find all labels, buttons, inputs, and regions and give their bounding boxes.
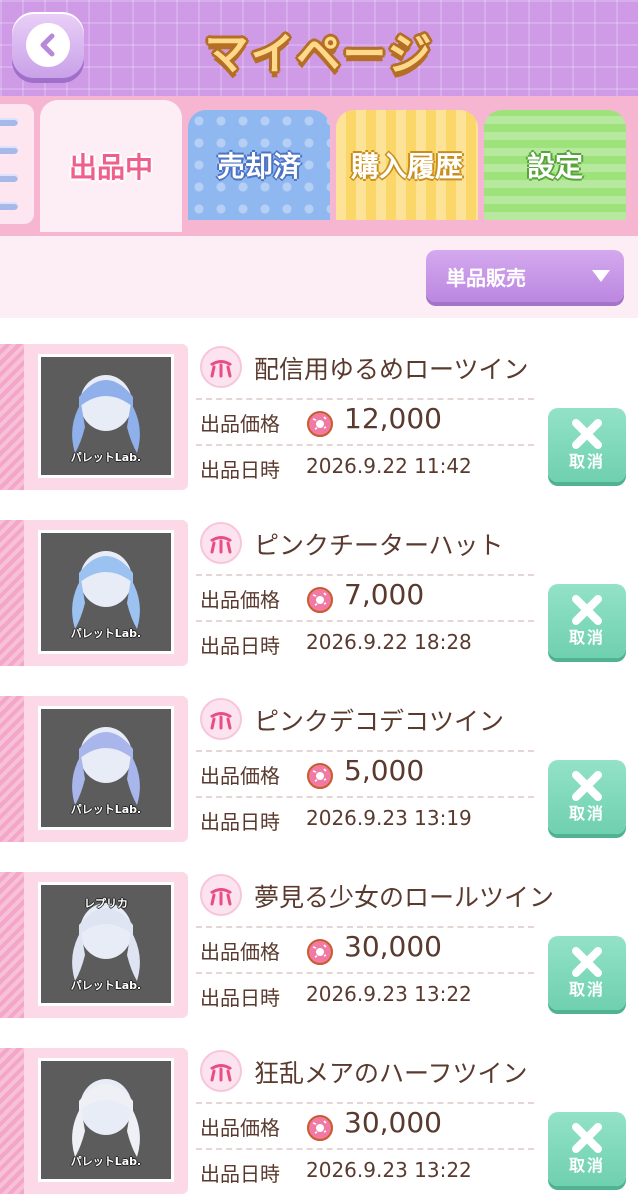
divider (196, 620, 534, 622)
item-thumbnail: パレットLab. (38, 530, 174, 654)
price-label: 出品価格 (200, 1116, 280, 1140)
item-price: 30,000 (344, 930, 442, 963)
donut-icon (306, 410, 334, 442)
item-stripe (0, 344, 26, 490)
item-thumbnail-frame[interactable]: パレットLab. (24, 344, 188, 490)
cancel-label: 取消 (568, 452, 605, 471)
thumbnail-replica-label: レプリカ (84, 897, 128, 910)
item-date: 2026.9.23 13:22 (306, 1158, 472, 1182)
category-icon (200, 874, 242, 916)
item-thumbnail: レプリカ パレットLab. (38, 882, 174, 1006)
item-date: 2026.9.23 13:19 (306, 806, 472, 830)
listing-item: パレットLab. ピンクデコデコツイン 出品価格 5,000 出品日時 2026… (0, 670, 638, 846)
category-icon (200, 346, 242, 388)
item-name: 夢見る少女のロールツイン (254, 883, 555, 912)
item-price: 30,000 (344, 1106, 442, 1139)
cancel-button[interactable]: 取消 (548, 408, 626, 482)
divider (196, 796, 534, 798)
header: マイページ (0, 0, 638, 104)
item-thumbnail-frame[interactable]: パレットLab. (24, 696, 188, 842)
item-stripe (0, 696, 26, 842)
date-label: 出品日時 (200, 810, 280, 834)
thumbnail-brand-label: パレットLab. (70, 979, 142, 992)
sale-type-dropdown[interactable]: 単品販売 (426, 250, 624, 302)
item-date: 2026.9.22 18:28 (306, 630, 472, 654)
date-label: 出品日時 (200, 986, 280, 1010)
tab-listing[interactable]: 出品中 (40, 100, 182, 232)
category-icon (200, 698, 242, 740)
thumbnail-brand-label: パレットLab. (70, 1155, 142, 1168)
listing-item: パレットLab. 狂乱メアのハーフツイン 出品価格 30,000 出品日時 20… (0, 1022, 638, 1198)
item-thumbnail-frame[interactable]: パレットLab. (24, 520, 188, 666)
price-label: 出品価格 (200, 940, 280, 964)
item-stripe (0, 520, 26, 666)
price-label: 出品価格 (200, 412, 280, 436)
divider (196, 750, 534, 752)
price-label: 出品価格 (200, 588, 280, 612)
item-name: 配信用ゆるめローツイン (254, 355, 529, 384)
divider (196, 926, 534, 928)
item-stripe (0, 872, 26, 1018)
item-name: ピンクデコデコツイン (254, 707, 505, 736)
close-icon (572, 771, 602, 801)
tab-sold[interactable]: 売却済 (188, 110, 330, 220)
listing-item: パレットLab. 配信用ゆるめローツイン 出品価格 12,000 出品日時 20… (0, 318, 638, 494)
cancel-label: 取消 (568, 1156, 605, 1175)
item-thumbnail-frame[interactable]: レプリカ パレットLab. (24, 872, 188, 1018)
close-icon (572, 947, 602, 977)
item-price: 12,000 (344, 402, 442, 435)
binder-decoration (0, 104, 34, 224)
tab-settings[interactable]: 設定 (484, 110, 626, 220)
cancel-button[interactable]: 取消 (548, 1112, 626, 1186)
item-name: ピンクチーターハット (254, 531, 504, 560)
item-date: 2026.9.23 13:22 (306, 982, 472, 1006)
item-price: 7,000 (344, 578, 425, 611)
thumbnail-brand-label: パレットLab. (70, 451, 142, 464)
item-thumbnail: パレットLab. (38, 354, 174, 478)
listing-item: レプリカ パレットLab. 夢見る少女のロールツイン 出品価格 30,000 出… (0, 846, 638, 1022)
tab-purchase-history[interactable]: 購入履歴 (336, 110, 478, 220)
cancel-label: 取消 (568, 980, 605, 999)
donut-icon (306, 586, 334, 618)
cancel-button[interactable]: 取消 (548, 760, 626, 834)
filter-bar: 単品販売 (0, 232, 638, 318)
thumbnail-brand-label: パレットLab. (70, 627, 142, 640)
divider (196, 1148, 534, 1150)
divider (196, 444, 534, 446)
divider (196, 1102, 534, 1104)
cancel-button[interactable]: 取消 (548, 936, 626, 1010)
close-icon (572, 419, 602, 449)
date-label: 出品日時 (200, 458, 280, 482)
category-icon (200, 1050, 242, 1092)
close-icon (572, 1123, 602, 1153)
cancel-label: 取消 (568, 804, 605, 823)
price-label: 出品価格 (200, 764, 280, 788)
donut-icon (306, 1114, 334, 1146)
item-thumbnail: パレットLab. (38, 706, 174, 830)
item-thumbnail-frame[interactable]: パレットLab. (24, 1048, 188, 1194)
date-label: 出品日時 (200, 1162, 280, 1186)
divider (196, 398, 534, 400)
page-title: マイページ (204, 29, 434, 80)
item-thumbnail: パレットLab. (38, 1058, 174, 1182)
item-price: 5,000 (344, 754, 425, 787)
listing-list: パレットLab. 配信用ゆるめローツイン 出品価格 12,000 出品日時 20… (0, 318, 638, 1198)
donut-icon (306, 938, 334, 970)
divider (196, 972, 534, 974)
date-label: 出品日時 (200, 634, 280, 658)
cancel-label: 取消 (568, 628, 605, 647)
donut-icon (306, 762, 334, 794)
listing-item: パレットLab. ピンクチーターハット 出品価格 7,000 出品日時 2026… (0, 494, 638, 670)
dropdown-label: 単品販売 (446, 265, 526, 290)
thumbnail-brand-label: パレットLab. (70, 803, 142, 816)
item-date: 2026.9.22 11:42 (306, 454, 472, 478)
chevron-down-icon (592, 270, 610, 282)
cancel-button[interactable]: 取消 (548, 584, 626, 658)
close-icon (572, 595, 602, 625)
category-icon (200, 522, 242, 564)
item-name: 狂乱メアのハーフツイン (254, 1059, 528, 1088)
divider (196, 574, 534, 576)
item-stripe (0, 1048, 26, 1194)
